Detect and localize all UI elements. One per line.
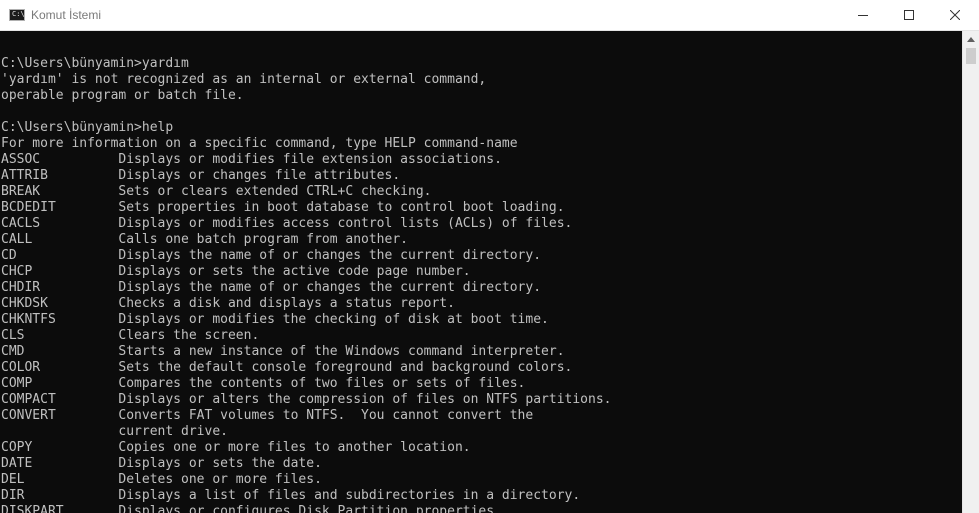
- console-text: C:\Users\bünyamin>yardım'yardım' is not …: [1, 40, 611, 513]
- console-line: BCDEDIT Sets properties in boot database…: [1, 200, 565, 215]
- console-line: COMP Compares the contents of two files …: [1, 376, 526, 391]
- minimize-icon: [858, 15, 868, 16]
- console-line: CALL Calls one batch program from anothe…: [1, 232, 408, 247]
- console-line: COMPACT Displays or alters the compressi…: [1, 392, 612, 407]
- maximize-button[interactable]: [886, 0, 932, 30]
- console-line: DIR Displays a list of files and subdire…: [1, 488, 581, 503]
- close-icon: [950, 10, 960, 20]
- console-line: DEL Deletes one or more files.: [1, 472, 322, 487]
- maximize-icon: [904, 10, 914, 20]
- console-line: DATE Displays or sets the date.: [1, 456, 322, 471]
- minimize-button[interactable]: [840, 0, 886, 30]
- console-line: CMD Starts a new instance of the Windows…: [1, 344, 565, 359]
- console-line: CHDIR Displays the name of or changes th…: [1, 280, 542, 295]
- scroll-thumb[interactable]: [966, 48, 976, 64]
- console-line: CONVERT Converts FAT volumes to NTFS. Yo…: [1, 408, 534, 423]
- console-line: ASSOC Displays or modifies file extensio…: [1, 152, 502, 167]
- console-line: COLOR Sets the default console foregroun…: [1, 360, 573, 375]
- console-line: DISKPART Displays or configures Disk Par…: [1, 504, 502, 513]
- console-line: CHKDSK Checks a disk and displays a stat…: [1, 296, 455, 311]
- console-line: ATTRIB Displays or changes file attribut…: [1, 168, 401, 183]
- scroll-up-arrow-icon: [967, 37, 975, 42]
- console-output[interactable]: C:\Users\bünyamin>yardım'yardım' is not …: [0, 31, 962, 513]
- console-line: 'yardım' is not recognized as an interna…: [1, 72, 487, 87]
- console-line: CACLS Displays or modifies access contro…: [1, 216, 573, 231]
- vertical-scrollbar[interactable]: [962, 31, 979, 513]
- console-line: CHKNTFS Displays or modifies the checkin…: [1, 312, 549, 327]
- window-title: Komut İstemi: [31, 8, 102, 22]
- console-line: COPY Copies one or more files to another…: [1, 440, 471, 455]
- cmd-icon[interactable]: C:\: [9, 9, 25, 21]
- console-line: CHCP Displays or sets the active code pa…: [1, 264, 471, 279]
- console-window: C:\ Komut İstemi C:\Users\bünyamin>yardı…: [0, 0, 979, 513]
- title-bar[interactable]: C:\ Komut İstemi: [0, 0, 979, 31]
- console-line: CLS Clears the screen.: [1, 328, 260, 343]
- console-line: CD Displays the name of or changes the c…: [1, 248, 542, 263]
- console-line: current drive.: [1, 424, 228, 439]
- console-line: C:\Users\bünyamin>help: [1, 120, 174, 135]
- close-button[interactable]: [932, 0, 978, 30]
- console-line: BREAK Sets or clears extended CTRL+C che…: [1, 184, 432, 199]
- console-line: operable program or batch file.: [1, 88, 244, 103]
- console-line: C:\Users\bünyamin>yardım: [1, 56, 189, 71]
- console-line: For more information on a specific comma…: [1, 136, 518, 151]
- scroll-up-button[interactable]: [963, 31, 979, 48]
